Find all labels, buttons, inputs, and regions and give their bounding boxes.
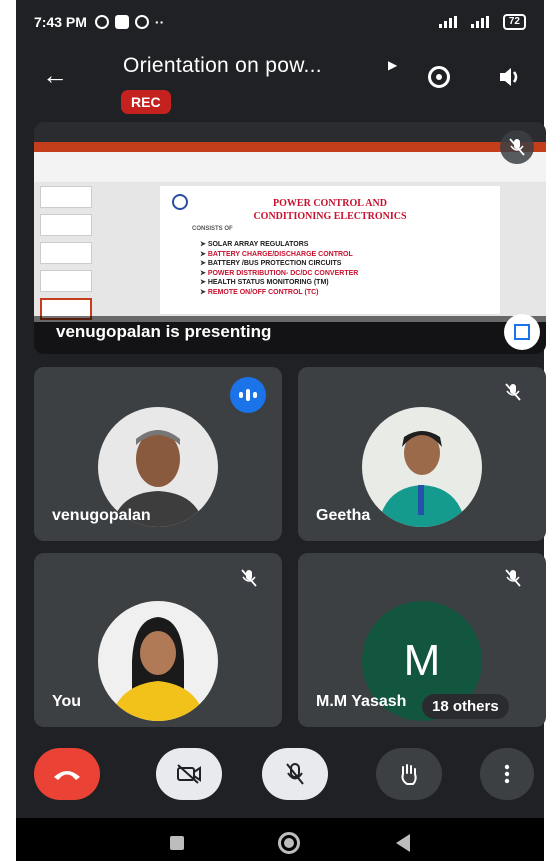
mic-off-icon	[500, 130, 534, 164]
slide-title-line2: CONDITIONING ELECTRONICS	[253, 211, 407, 222]
meet-screen: 7:43 PM ·· 72 ← Orientation on pow... ▶ …	[16, 0, 546, 861]
camera-toggle-button[interactable]	[156, 748, 222, 800]
speaking-indicator-icon	[230, 377, 266, 413]
avatar	[98, 601, 218, 721]
rec-badge: REC	[121, 90, 171, 114]
camera-notification-icon	[134, 15, 149, 29]
fullscreen-icon	[514, 324, 530, 340]
phone-hangup-icon	[54, 771, 80, 780]
more-notifications-icon: ··	[154, 14, 165, 30]
slide-bullet: BATTERY CHARGE/DISCHARGE CONTROL	[200, 250, 358, 260]
mic-toggle-button[interactable]	[262, 748, 328, 800]
slide-bullet: SOLAR ARRAY REGULATORS	[200, 240, 358, 250]
participant-tile-geetha[interactable]: Geetha	[298, 367, 546, 541]
notification-icons: ··	[94, 14, 165, 30]
raise-hand-button[interactable]	[376, 748, 442, 800]
slide-thumbnail	[40, 214, 92, 236]
slide-bullets: SOLAR ARRAY REGULATORS BATTERY CHARGE/DI…	[200, 240, 359, 298]
mic-off-icon	[232, 561, 266, 595]
camera-off-icon	[177, 764, 201, 784]
others-chip[interactable]: 18 others	[422, 694, 509, 719]
status-time: 7:43 PM	[34, 14, 87, 30]
slide-thumbnail	[40, 270, 92, 292]
recent-apps-icon[interactable]	[170, 836, 184, 850]
home-icon[interactable]	[278, 832, 300, 854]
ppt-title-bar	[34, 142, 546, 152]
caret-right-icon[interactable]: ▶	[388, 58, 397, 72]
slide-thumbnail	[40, 242, 92, 264]
back-arrow-icon[interactable]: ←	[42, 62, 68, 88]
battery-icon: 72	[502, 14, 526, 30]
participant-name: Geetha	[316, 507, 371, 524]
status-bar: 7:43 PM ·· 72	[16, 0, 544, 44]
fullscreen-button[interactable]	[504, 314, 540, 350]
more-options-button[interactable]	[480, 748, 534, 800]
avatar	[362, 407, 482, 527]
participant-name: M.M Yasash	[316, 693, 407, 710]
mic-off-icon	[496, 561, 530, 595]
slide-thumbnails	[40, 186, 98, 326]
slide: POWER CONTROL AND CONDITIONING ELECTRONI…	[160, 186, 500, 314]
phone-frame: 7:43 PM ·· 72 ← Orientation on pow... ▶ …	[0, 0, 556, 861]
participant-tile-you[interactable]: You	[34, 553, 282, 727]
speaker-icon[interactable]	[498, 66, 522, 88]
slide-bullet: REMOTE ON/OFF CONTROL (TC)	[200, 288, 358, 298]
mic-off-icon	[496, 375, 530, 409]
call-controls	[16, 740, 544, 810]
back-icon[interactable]	[396, 834, 410, 852]
signal-icon	[438, 16, 457, 28]
participant-tile-venugopalan[interactable]: venugopalan	[34, 367, 282, 541]
top-bar: ← Orientation on pow... ▶	[16, 44, 544, 100]
mic-off-icon	[286, 763, 304, 785]
whatsapp-icon	[94, 15, 109, 29]
status-right: 72	[438, 14, 526, 30]
signal-2-icon	[470, 16, 489, 28]
participant-name: venugopalan	[52, 507, 151, 524]
participant-name: You	[52, 693, 82, 710]
end-call-button[interactable]	[34, 748, 100, 800]
ppt-ribbon	[34, 152, 546, 182]
system-nav-bar	[16, 818, 544, 861]
slide-bullet: BATTERY /BUS PROTECTION CIRCUITS	[200, 259, 358, 269]
gallery-icon	[114, 15, 129, 29]
slide-thumbnail	[40, 186, 92, 208]
switch-camera-icon[interactable]	[428, 66, 450, 88]
slide-title-line1: POWER CONTROL AND	[273, 198, 387, 209]
slide-subtitle: CONSISTS OF	[192, 226, 233, 232]
more-vert-icon	[504, 764, 510, 784]
presentation-tile[interactable]: POWER CONTROL AND CONDITIONING ELECTRONI…	[34, 122, 546, 354]
slide-bullet: POWER DISTRIBUTION- DC/DC CONVERTER	[200, 269, 359, 279]
meeting-title[interactable]: Orientation on pow...	[123, 54, 322, 78]
slide-bullet: HEALTH STATUS MONITORING (TM)	[200, 278, 358, 288]
presenter-label: venugopalan is presenting	[56, 322, 272, 341]
raise-hand-icon	[401, 764, 417, 785]
